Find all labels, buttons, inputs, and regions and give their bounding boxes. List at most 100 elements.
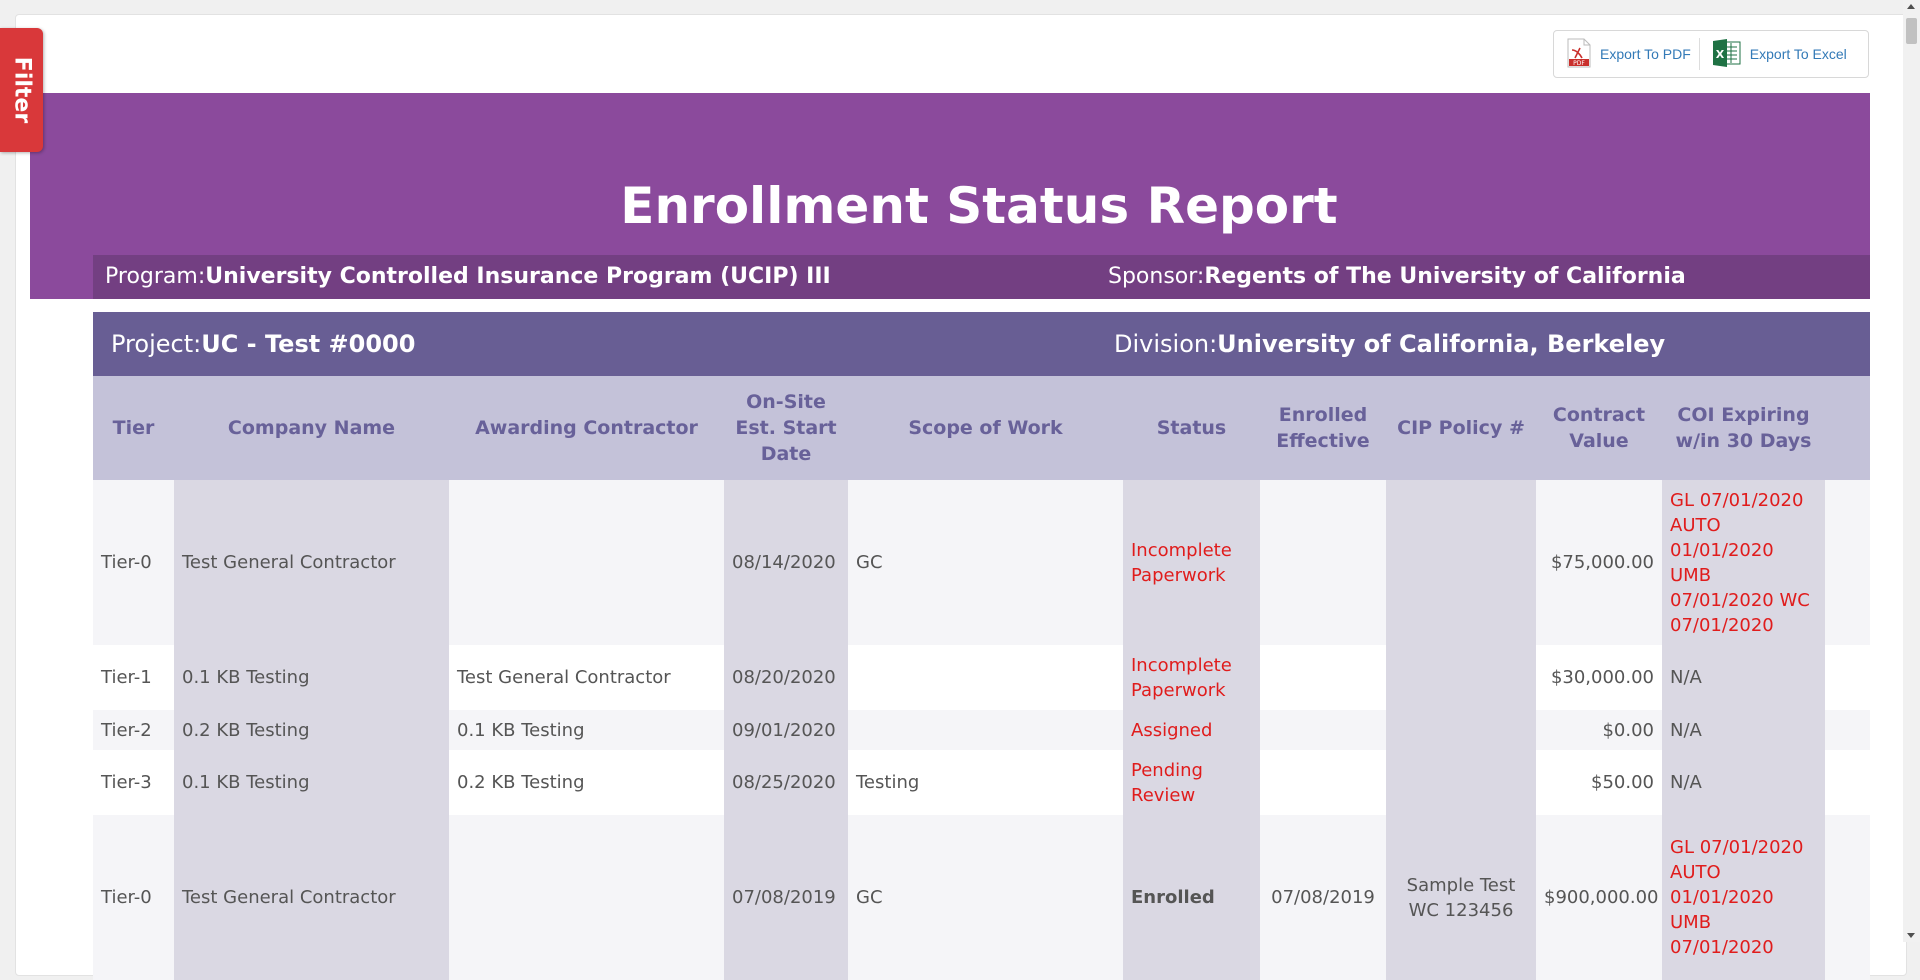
cell-tier: Tier-0 [93, 480, 174, 645]
cell-awarding: 0.1 KB Testing [449, 710, 724, 750]
table-row[interactable]: Tier-0 Test General Contractor 08/14/202… [93, 480, 1870, 645]
cell-scope [848, 710, 1123, 750]
cell-coi: N/A [1662, 750, 1825, 815]
cell-policy [1386, 750, 1536, 815]
header-start-date[interactable]: On-Site Est. Start Date [724, 376, 848, 480]
cell-coi: GL 07/01/2020 AUTO 01/01/2020 UMB 07/01/… [1662, 480, 1825, 645]
cell-enrolled [1260, 480, 1386, 645]
vertical-scrollbar[interactable] [1903, 0, 1920, 942]
banner-edge [30, 255, 93, 299]
cell-coi: N/A [1662, 710, 1825, 750]
filter-button[interactable]: Filter [0, 28, 43, 152]
table-row[interactable]: Tier-0 Test General Contractor 07/08/201… [93, 815, 1870, 980]
sponsor-value: Regents of The University of California [1204, 264, 1686, 289]
cell-start-date: 08/14/2020 [724, 480, 848, 645]
cell-tier: Tier-1 [93, 645, 174, 710]
export-pdf-label: Export To PDF [1600, 46, 1691, 62]
header-awarding-contractor[interactable]: Awarding Contractor [449, 376, 724, 480]
division-value: University of California, Berkeley [1217, 330, 1666, 358]
cell-scope [848, 645, 1123, 710]
svg-text:PDF: PDF [1573, 60, 1585, 67]
cell-company: Test General Contractor [174, 815, 449, 980]
sponsor-info: Sponsor:Regents of The University of Cal… [1108, 264, 1686, 289]
program-row: Program:University Controlled Insurance … [93, 255, 1870, 299]
report-title-bar: Enrollment Status Report [30, 159, 1870, 255]
cell-contract-value: $0.00 [1536, 710, 1662, 750]
cell-status: Incomplete Paperwork [1123, 480, 1260, 645]
table-row[interactable]: Tier-3 0.1 KB Testing 0.2 KB Testing 08/… [93, 750, 1870, 815]
cell-company: 0.2 KB Testing [174, 710, 449, 750]
cell-company: 0.1 KB Testing [174, 750, 449, 815]
project-value: UC - Test #0000 [201, 330, 416, 358]
report-title: Enrollment Status Report [620, 177, 1338, 235]
cell-tier: Tier-2 [93, 710, 174, 750]
project-label: Project: [111, 330, 202, 358]
cell-policy [1386, 645, 1536, 710]
table-row[interactable]: Tier-2 0.2 KB Testing 0.1 KB Testing 09/… [93, 710, 1870, 750]
cell-spacer [1825, 480, 1870, 645]
cell-policy [1386, 710, 1536, 750]
cell-coi: GL 07/01/2020 AUTO 01/01/2020 UMB 07/01/… [1662, 815, 1825, 980]
cell-company: Test General Contractor [174, 480, 449, 645]
cell-spacer [1825, 750, 1870, 815]
cell-contract-value: $75,000.00 [1536, 480, 1662, 645]
cell-start-date: 08/25/2020 [724, 750, 848, 815]
cell-scope: GC [848, 815, 1123, 980]
project-info: Project:UC - Test #0000 [111, 330, 415, 358]
header-company-name[interactable]: Company Name [174, 376, 449, 480]
header-coi-expiring[interactable]: COI Expiring w/in 30 Days [1662, 376, 1825, 480]
scroll-up-icon[interactable] [1907, 4, 1915, 9]
header-contract-value[interactable]: Contract Value [1536, 376, 1662, 480]
cell-awarding [449, 480, 724, 645]
program-label: Program: [105, 264, 206, 289]
cell-spacer [1825, 710, 1870, 750]
cell-start-date: 08/20/2020 [724, 645, 848, 710]
cell-enrolled [1260, 645, 1386, 710]
table-row[interactable]: Tier-1 0.1 KB Testing Test General Contr… [93, 645, 1870, 710]
header-enrolled-effective[interactable]: Enrolled Effective [1260, 376, 1386, 480]
header-status[interactable]: Status [1123, 376, 1260, 480]
cell-start-date: 09/01/2020 [724, 710, 848, 750]
cell-coi: N/A [1662, 645, 1825, 710]
table-header-row: Tier Company Name Awarding Contractor On… [93, 376, 1870, 480]
cell-contract-value: $50.00 [1536, 750, 1662, 815]
header-tier[interactable]: Tier [93, 376, 174, 480]
cell-scope: GC [848, 480, 1123, 645]
enrollment-table: Tier Company Name Awarding Contractor On… [93, 376, 1870, 980]
header-scope-of-work[interactable]: Scope of Work [848, 376, 1123, 480]
cell-tier: Tier-3 [93, 750, 174, 815]
cell-status: Incomplete Paperwork [1123, 645, 1260, 710]
cell-enrolled: 07/08/2019 [1260, 815, 1386, 980]
cell-awarding: Test General Contractor [449, 645, 724, 710]
excel-icon: X [1712, 38, 1742, 71]
header-spacer [1825, 376, 1870, 480]
export-toolbar: PDF Export To PDF X Export To Excel [1553, 30, 1869, 78]
project-row: Project:UC - Test #0000 Division:Univers… [93, 312, 1870, 376]
export-excel-button[interactable]: X Export To Excel [1700, 31, 1855, 77]
filter-label: Filter [9, 56, 34, 124]
division-info: Division:University of California, Berke… [1114, 330, 1665, 358]
cell-policy: Sample Test WC 123456 [1386, 815, 1536, 980]
cell-enrolled [1260, 750, 1386, 815]
division-label: Division: [1114, 330, 1218, 358]
cell-policy [1386, 480, 1536, 645]
scrollbar-thumb[interactable] [1906, 18, 1917, 44]
cell-scope: Testing [848, 750, 1123, 815]
cell-tier: Tier-0 [93, 815, 174, 980]
program-info: Program:University Controlled Insurance … [105, 264, 831, 289]
cell-start-date: 07/08/2019 [724, 815, 848, 980]
export-pdf-button[interactable]: PDF Export To PDF [1554, 31, 1699, 77]
cell-contract-value: $30,000.00 [1536, 645, 1662, 710]
cell-status: Pending Review [1123, 750, 1260, 815]
cell-enrolled [1260, 710, 1386, 750]
pdf-icon: PDF [1566, 38, 1592, 71]
sponsor-label: Sponsor: [1108, 264, 1205, 289]
cell-spacer [1825, 815, 1870, 980]
cell-awarding: 0.2 KB Testing [449, 750, 724, 815]
svg-text:X: X [1716, 48, 1725, 61]
cell-status: Assigned [1123, 710, 1260, 750]
cell-contract-value: $900,000.00 [1536, 815, 1662, 980]
header-cip-policy[interactable]: CIP Policy # [1386, 376, 1536, 480]
cell-status: Enrolled [1123, 815, 1260, 980]
scroll-down-icon[interactable] [1907, 933, 1915, 938]
